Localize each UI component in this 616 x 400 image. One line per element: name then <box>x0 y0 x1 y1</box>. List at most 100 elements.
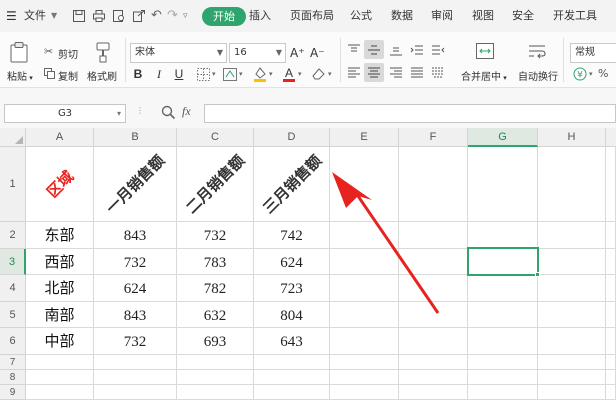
cell-h6[interactable] <box>538 328 606 355</box>
print-preview-icon[interactable] <box>112 9 126 23</box>
save-icon[interactable] <box>72 9 86 23</box>
cell-a2[interactable]: 东部 <box>26 222 94 249</box>
column-header-a[interactable]: A <box>26 128 94 147</box>
row-header-3[interactable]: 3 <box>0 249 26 275</box>
cell-d3[interactable]: 624 <box>254 249 330 275</box>
cell-g1[interactable] <box>468 147 538 222</box>
tab-start[interactable]: 开始 <box>202 7 246 26</box>
tab-developer[interactable]: 开发工具 <box>553 0 597 32</box>
column-header-b[interactable]: B <box>94 128 177 147</box>
cell-h8[interactable] <box>538 370 606 385</box>
copy-icon[interactable] <box>44 68 55 79</box>
merge-center-icon[interactable] <box>476 43 494 59</box>
cell-h4[interactable] <box>538 275 606 302</box>
align-middle-button[interactable] <box>364 40 384 59</box>
cell-b9[interactable] <box>94 385 177 400</box>
column-header-f[interactable]: F <box>399 128 468 147</box>
cell-e6[interactable] <box>330 328 399 355</box>
currency-icon[interactable]: ¥ <box>573 67 587 81</box>
cell-a4[interactable]: 北部 <box>26 275 94 302</box>
tab-data[interactable]: 数据 <box>391 0 413 32</box>
chevron-down-icon[interactable]: ▾ <box>269 70 273 78</box>
cell-b3[interactable]: 732 <box>94 249 177 275</box>
row-header-1[interactable]: 1 <box>0 147 26 222</box>
cell-a3[interactable]: 西部 <box>26 249 94 275</box>
cell-c2[interactable]: 732 <box>177 222 254 249</box>
cell-d9[interactable] <box>254 385 330 400</box>
copy-button[interactable]: 复制 <box>58 68 78 83</box>
cell-d6[interactable]: 643 <box>254 328 330 355</box>
cell-b8[interactable] <box>94 370 177 385</box>
undo-icon[interactable]: ↶ <box>151 0 162 32</box>
cell-c3[interactable]: 783 <box>177 249 254 275</box>
cell-c9[interactable] <box>177 385 254 400</box>
justify-icon[interactable] <box>410 67 424 79</box>
wrap-text-icon[interactable] <box>528 43 546 59</box>
font-size-select[interactable]: 16 ▼ <box>229 43 286 63</box>
cell-g8[interactable] <box>468 370 538 385</box>
column-header-h[interactable]: H <box>538 128 606 147</box>
format-painter-button[interactable]: 格式刷 <box>87 68 117 83</box>
cell-i2[interactable] <box>606 222 616 249</box>
cell-h9[interactable] <box>538 385 606 400</box>
font-name-select[interactable]: 宋体 ▼ <box>130 43 227 63</box>
formula-bar-handle-icon[interactable]: ⋮ <box>136 106 144 115</box>
select-all-corner[interactable] <box>0 128 26 147</box>
italic-button[interactable]: I <box>152 65 166 83</box>
cell-h5[interactable] <box>538 302 606 328</box>
tab-page-layout[interactable]: 页面布局 <box>290 0 334 32</box>
paste-icon[interactable] <box>9 41 29 63</box>
merge-center-button[interactable]: 合并居中 ▾ <box>461 68 507 83</box>
wrap-text-button[interactable]: 自动换行 <box>518 68 558 83</box>
font-color-icon[interactable]: A <box>282 65 296 82</box>
cell-e8[interactable] <box>330 370 399 385</box>
chevron-down-icon[interactable]: ▾ <box>298 70 302 78</box>
chevron-down-icon[interactable]: ▾ <box>239 70 243 78</box>
column-header-e[interactable]: E <box>330 128 399 147</box>
print-icon[interactable] <box>92 9 106 23</box>
cell-c8[interactable] <box>177 370 254 385</box>
customize-toolbar-icon[interactable]: ▿ <box>183 0 188 32</box>
cell-f8[interactable] <box>399 370 468 385</box>
file-menu[interactable]: 文件 <box>24 0 46 32</box>
chevron-down-icon[interactable]: ▾ <box>328 70 332 78</box>
row-header-7[interactable]: 7 <box>0 355 26 370</box>
fx-icon[interactable]: fx <box>182 104 191 119</box>
number-format-select[interactable]: 常规 <box>570 43 616 63</box>
cell-c4[interactable]: 782 <box>177 275 254 302</box>
align-right-icon[interactable] <box>389 67 403 79</box>
percent-icon[interactable]: % <box>598 67 608 80</box>
align-center-button[interactable] <box>364 63 384 82</box>
cell-a6[interactable]: 中部 <box>26 328 94 355</box>
cell-c6[interactable]: 693 <box>177 328 254 355</box>
row-header-8[interactable]: 8 <box>0 370 26 385</box>
cell-d5[interactable]: 804 <box>254 302 330 328</box>
decrease-indent-icon[interactable] <box>410 44 424 56</box>
cell-a8[interactable] <box>26 370 94 385</box>
cell-g9[interactable] <box>468 385 538 400</box>
row-header-2[interactable]: 2 <box>0 222 26 249</box>
cell-h1[interactable] <box>538 147 606 222</box>
cell-g4[interactable] <box>468 275 538 302</box>
cell-h2[interactable] <box>538 222 606 249</box>
cell-a1[interactable]: 区域 <box>26 147 94 222</box>
eraser-icon[interactable] <box>311 67 326 81</box>
cell-d1[interactable]: 三月销售额 <box>254 147 330 222</box>
grow-font-button[interactable]: A⁺ <box>290 44 305 62</box>
cell-style-icon[interactable] <box>223 68 237 81</box>
export-icon[interactable] <box>132 9 146 23</box>
fill-handle[interactable] <box>535 272 540 277</box>
cell-i5[interactable] <box>606 302 616 328</box>
chevron-down-icon[interactable]: ▼ <box>51 0 57 32</box>
paste-button[interactable]: 粘贴 ▾ <box>7 68 33 83</box>
row-header-6[interactable]: 6 <box>0 328 26 355</box>
fill-color-icon[interactable] <box>253 66 267 82</box>
column-header-d[interactable]: D <box>254 128 330 147</box>
cell-d4[interactable]: 723 <box>254 275 330 302</box>
tab-view[interactable]: 视图 <box>472 0 494 32</box>
cell-b6[interactable]: 732 <box>94 328 177 355</box>
cell-d2[interactable]: 742 <box>254 222 330 249</box>
align-bottom-icon[interactable] <box>389 44 403 56</box>
cell-a5[interactable]: 南部 <box>26 302 94 328</box>
cell-c1[interactable]: 二月销售额 <box>177 147 254 222</box>
